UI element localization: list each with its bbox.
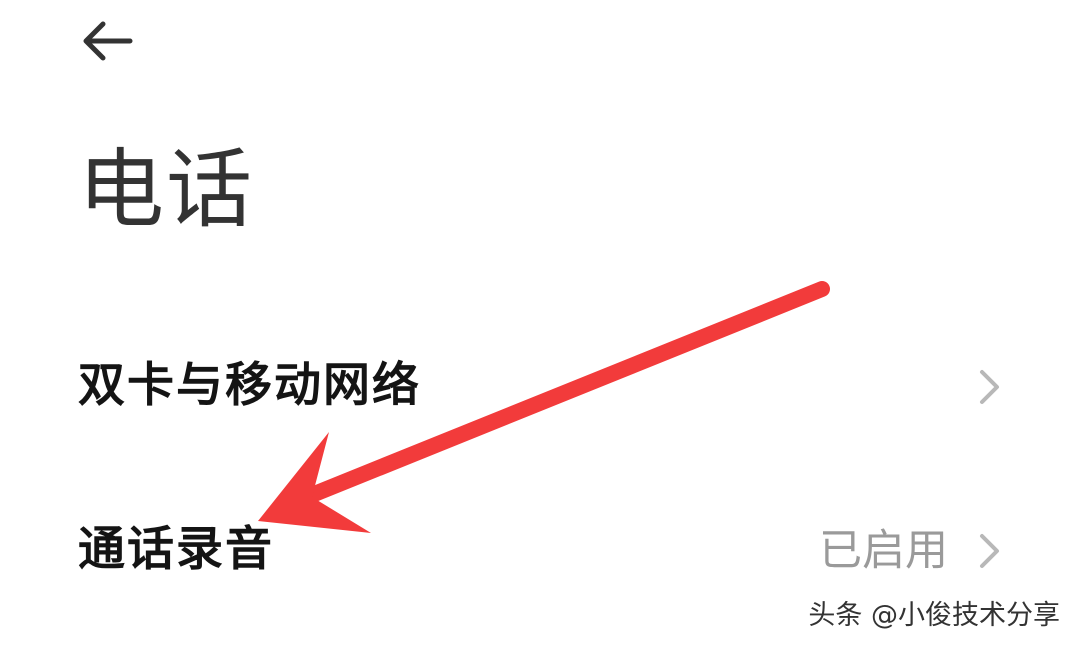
watermark-text: 头条 @小俊技术分享: [808, 600, 1060, 631]
settings-row-sim-mobile-network[interactable]: 双卡与移动网络: [0, 332, 1080, 442]
call-recording-label: 通话录音: [78, 522, 274, 577]
phone-settings-screen: 电话 双卡与移动网络 通话录音 已启用 头条 @小俊技术分享: [0, 0, 1080, 647]
page-title: 电话: [78, 140, 254, 240]
call-recording-status: 已启用: [819, 526, 948, 576]
chevron-right-icon: [980, 370, 999, 404]
chevron-right-icon: [980, 534, 999, 568]
arrow-left-icon[interactable]: [72, 14, 146, 68]
settings-row-call-recording[interactable]: 通话录音 已启用: [0, 496, 1080, 606]
sim-mobile-network-label: 双卡与移动网络: [78, 358, 421, 413]
